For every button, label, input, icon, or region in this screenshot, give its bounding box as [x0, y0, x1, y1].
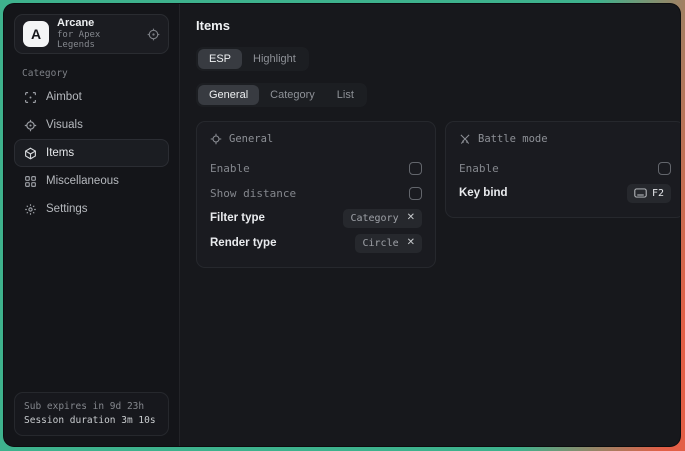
render-type-select[interactable]: Circle ✕	[355, 234, 422, 253]
tab-list[interactable]: List	[326, 85, 365, 105]
box-icon	[24, 147, 37, 160]
eye-icon	[24, 119, 37, 132]
general-card: General Enable Show distance Filter type…	[196, 121, 436, 268]
main-content: Items ESP Highlight General Category Lis…	[180, 4, 680, 446]
battle-enable-checkbox[interactable]	[658, 162, 671, 175]
page-title: Items	[196, 18, 680, 33]
battle-card-header: Battle mode	[459, 133, 671, 145]
setting-label: Enable	[210, 162, 250, 175]
app-title: Arcane	[57, 17, 139, 30]
general-card-header: General	[210, 133, 422, 145]
app-window: A Arcane for Apex Legends Category	[4, 4, 680, 446]
brand-text: Arcane for Apex Legends	[57, 17, 139, 50]
card-title: Battle mode	[478, 133, 548, 145]
category-section-label: Category	[22, 68, 169, 79]
app-logo: A	[23, 21, 49, 47]
tab-category[interactable]: Category	[259, 85, 326, 105]
sidebar-item-miscellaneous[interactable]: Miscellaneous	[14, 167, 169, 195]
keybind-button[interactable]: F2	[627, 184, 671, 203]
app-subtitle: for Apex Legends	[57, 30, 139, 51]
filter-type-select[interactable]: Category ✕	[343, 209, 422, 228]
setting-label: Enable	[459, 162, 499, 175]
grid-icon	[24, 175, 37, 188]
sidebar-item-label: Settings	[46, 203, 88, 215]
show-distance-checkbox[interactable]	[409, 187, 422, 200]
setting-row-enable: Enable	[210, 156, 422, 180]
crosshair-icon	[24, 91, 37, 104]
setting-row-filter-type: Filter type Category ✕	[210, 206, 422, 230]
setting-label: Render type	[210, 237, 276, 249]
mode-tabs: ESP Highlight	[196, 47, 309, 71]
setting-row-render-type: Render type Circle ✕	[210, 231, 422, 255]
sidebar-item-visuals[interactable]: Visuals	[14, 111, 169, 139]
enable-checkbox[interactable]	[409, 162, 422, 175]
sidebar-item-items[interactable]: Items	[14, 139, 169, 167]
setting-row-key-bind: Key bind F2	[459, 181, 671, 205]
sidebar-item-label: Miscellaneous	[46, 175, 119, 187]
sub-expiry-text: Sub expires in 9d 23h	[24, 400, 159, 414]
sidebar: A Arcane for Apex Legends Category	[4, 4, 180, 446]
sidebar-item-label: Aimbot	[46, 91, 82, 103]
setting-label: Show distance	[210, 187, 296, 200]
setting-label: Filter type	[210, 212, 265, 224]
crosshair-icon	[210, 133, 222, 145]
battle-mode-card: Battle mode Enable Key bind	[445, 121, 680, 218]
selected-value: Category	[350, 213, 398, 224]
sidebar-item-settings[interactable]: Settings	[14, 195, 169, 223]
card-title: General	[229, 133, 273, 145]
selected-value: Circle	[362, 238, 398, 249]
sidebar-item-label: Visuals	[46, 119, 83, 131]
sidebar-item-label: Items	[46, 147, 74, 159]
target-icon[interactable]	[147, 28, 160, 41]
keyboard-icon	[634, 188, 647, 198]
sidebar-item-aimbot[interactable]: Aimbot	[14, 83, 169, 111]
session-duration-text: Session duration 3m 10s	[24, 414, 159, 428]
keybind-value: F2	[652, 188, 664, 199]
setting-row-show-distance: Show distance	[210, 181, 422, 205]
subscription-card: Sub expires in 9d 23h Session duration 3…	[14, 392, 169, 437]
gear-icon	[24, 203, 37, 216]
tab-general[interactable]: General	[198, 85, 259, 105]
setting-label: Key bind	[459, 187, 508, 199]
setting-row-enable: Enable	[459, 156, 671, 180]
sidebar-nav: Aimbot Visuals Items	[14, 83, 169, 223]
view-tabs: General Category List	[196, 83, 367, 107]
tab-esp[interactable]: ESP	[198, 49, 242, 69]
brand-card: A Arcane for Apex Legends	[14, 14, 169, 54]
swords-icon	[459, 133, 471, 145]
clear-icon[interactable]: ✕	[407, 238, 415, 248]
tab-highlight[interactable]: Highlight	[242, 49, 307, 69]
clear-icon[interactable]: ✕	[407, 213, 415, 223]
